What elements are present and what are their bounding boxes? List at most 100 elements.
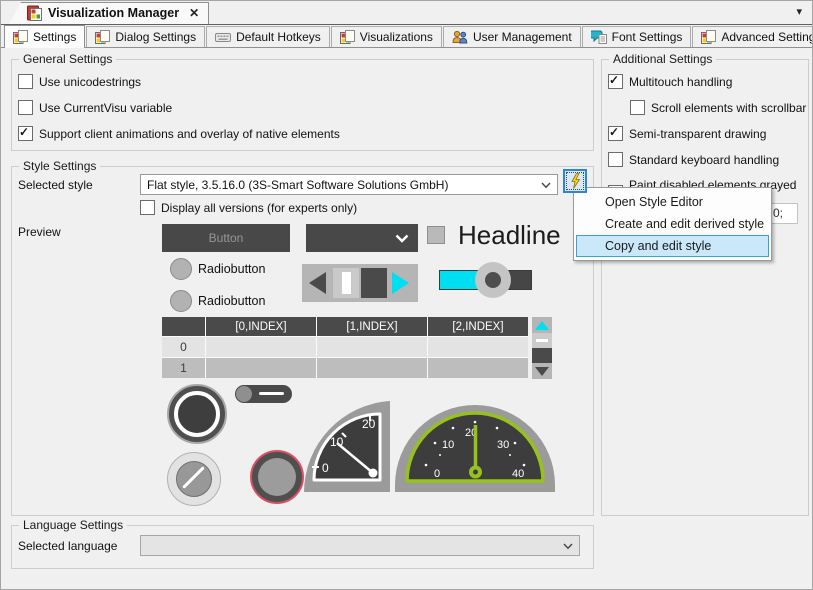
group-title: Language Settings [19, 518, 127, 532]
preview-quarter-gauge: 0 10 20 [304, 400, 390, 492]
arrow-right-icon [392, 272, 409, 294]
checkbox-use-currentvisu-variable[interactable]: ✓ Use CurrentVisu variable [18, 100, 593, 115]
preview-scrollbar [532, 317, 552, 379]
preview-radiobutton-circle [170, 258, 192, 280]
preview-radiobutton-label: Radiobutton [198, 262, 265, 276]
table-header-cell: [2,INDEX] [428, 317, 528, 336]
close-icon[interactable]: ✕ [189, 6, 199, 20]
checkbox-box: ✓ [608, 152, 623, 167]
group-title: General Settings [19, 52, 116, 66]
menu-item-open-style-editor[interactable]: Open Style Editor [576, 191, 769, 213]
preview-semi-gauge: 0 10 20 30 40 [395, 405, 555, 492]
checkbox-box: ✓ [608, 126, 623, 141]
checkbox-label: Display all versions (for experts only) [161, 201, 357, 215]
preview-toggle-switch [235, 385, 292, 403]
svg-text:10: 10 [442, 439, 454, 451]
group-title: Additional Settings [609, 52, 716, 66]
chevron-down-icon [563, 543, 573, 550]
style-context-menu: Open Style Editor Create and edit derive… [573, 187, 772, 261]
checkbox-label: Use CurrentVisu variable [39, 101, 172, 115]
scroll-track-segment [532, 348, 552, 363]
selected-style-combobox[interactable]: Flat style, 3.5.16.0 (3S-Smart Software … [140, 174, 558, 195]
checkbox-label: Multitouch handling [629, 75, 732, 89]
table-cell [317, 337, 427, 357]
checkbox-label: Scroll elements with scrollbar [651, 101, 806, 115]
checkbox-label: Standard keyboard handling [629, 153, 779, 167]
checkbox-box: ✓ [140, 200, 155, 215]
tab-list-dropdown-icon[interactable]: ▾ [796, 5, 802, 18]
tab-advanced-settings[interactable]: Advanced Settings [692, 26, 813, 47]
spin-dark-segment [361, 268, 387, 298]
table-header-cell: [1,INDEX] [317, 317, 427, 336]
selected-style-value: Flat style, 3.5.16.0 (3S-Smart Software … [147, 178, 448, 192]
tab-visualizations[interactable]: Visualizations [331, 26, 442, 47]
menu-item-copy-and-edit-style[interactable]: Copy and edit style [576, 235, 769, 257]
settings-tab-bar: Settings Dialog Settings Default Hotkeys… [1, 24, 812, 48]
focus-rect [566, 172, 584, 190]
tab-default-hotkeys[interactable]: Default Hotkeys [206, 26, 330, 47]
preview-button-label: Button [209, 231, 244, 245]
tab-font-settings[interactable]: Font Settings [582, 26, 692, 47]
checkbox-box: ✓ [608, 74, 623, 89]
visualization-manager-window: Visualization Manager ✕ ▾ Settings Dialo… [0, 0, 813, 590]
preview-radiobutton-circle [170, 290, 192, 312]
svg-text:0: 0 [322, 461, 329, 475]
preview-headline-text: Headline [458, 220, 561, 251]
occluded-text-fragment: 0; [770, 203, 798, 224]
tab-label: Advanced Settings [721, 30, 813, 44]
checkbox-box: ✕✓ [18, 74, 33, 89]
preview-headline-bullet [427, 226, 445, 244]
svg-text:40: 40 [512, 468, 524, 480]
table-cell [428, 337, 528, 357]
visualization-grid-icon [701, 30, 716, 44]
additional-settings-group: Additional Settings ✓ Multitouch handlin… [601, 59, 809, 516]
checkbox-semi-transparent-drawing[interactable]: ✓ Semi-transparent drawing [608, 126, 808, 141]
preview-lamp-button [167, 384, 227, 444]
language-settings-group: Language Settings Selected language [11, 525, 594, 569]
tab-label: User Management [473, 30, 572, 44]
preview-spin-control [302, 264, 418, 302]
users-icon [452, 30, 468, 44]
tab-label: Dialog Settings [115, 30, 196, 44]
tab-settings[interactable]: Settings [4, 25, 85, 48]
svg-text:20: 20 [362, 417, 376, 431]
table-row-label: 0 [162, 337, 205, 357]
checkbox-support-client-animations[interactable]: ✓ Support client animations and overlay … [18, 126, 593, 141]
checkbox-display-all-versions[interactable]: ✓ Display all versions (for experts only… [140, 200, 357, 215]
scroll-down-icon [532, 363, 552, 379]
checkbox-box: ✓ [630, 100, 645, 115]
tab-user-management[interactable]: User Management [443, 26, 581, 47]
table-header-cell [162, 317, 205, 336]
keyboard-icon [215, 30, 231, 44]
checkbox-box: ✓ [18, 100, 33, 115]
tab-label: Default Hotkeys [236, 30, 321, 44]
spin-thumb [333, 268, 359, 298]
table-cell [317, 358, 427, 378]
tab-dialog-settings[interactable]: Dialog Settings [86, 26, 205, 47]
toggle-line [259, 392, 284, 395]
chevron-down-icon [541, 182, 551, 189]
checkbox-multitouch-handling[interactable]: ✓ Multitouch handling [608, 74, 808, 89]
checkbox-scroll-elements-with-scrollbar[interactable]: ✓ Scroll elements with scrollbar [630, 100, 808, 115]
checkbox-use-unicodestrings[interactable]: ✕✓ Use unicodestrings [18, 74, 593, 89]
font-bubble-icon [591, 30, 607, 44]
document-tab-visualization-manager[interactable]: Visualization Manager ✕ [9, 2, 209, 24]
scroll-thumb [532, 333, 552, 348]
checkbox-label: Use unicodestrings [39, 75, 141, 89]
menu-item-create-derived-style[interactable]: Create and edit derived style [576, 213, 769, 235]
selected-style-label: Selected style [18, 178, 93, 192]
table-cell [428, 358, 528, 378]
preview-combobox [306, 224, 418, 252]
preview-red-ring-button [250, 450, 304, 504]
scroll-up-icon [532, 317, 552, 333]
selected-language-combobox[interactable] [140, 535, 580, 556]
style-tools-button[interactable] [563, 169, 587, 193]
svg-text:0: 0 [434, 468, 440, 480]
toggle-knob [236, 386, 252, 402]
tab-label: Font Settings [612, 30, 683, 44]
preview-label: Preview [18, 225, 61, 239]
slider-knob [475, 262, 511, 298]
checkbox-box: ✓ [18, 126, 33, 141]
checkbox-label: Semi-transparent drawing [629, 127, 766, 141]
checkbox-standard-keyboard-handling[interactable]: ✓ Standard keyboard handling [608, 152, 808, 167]
